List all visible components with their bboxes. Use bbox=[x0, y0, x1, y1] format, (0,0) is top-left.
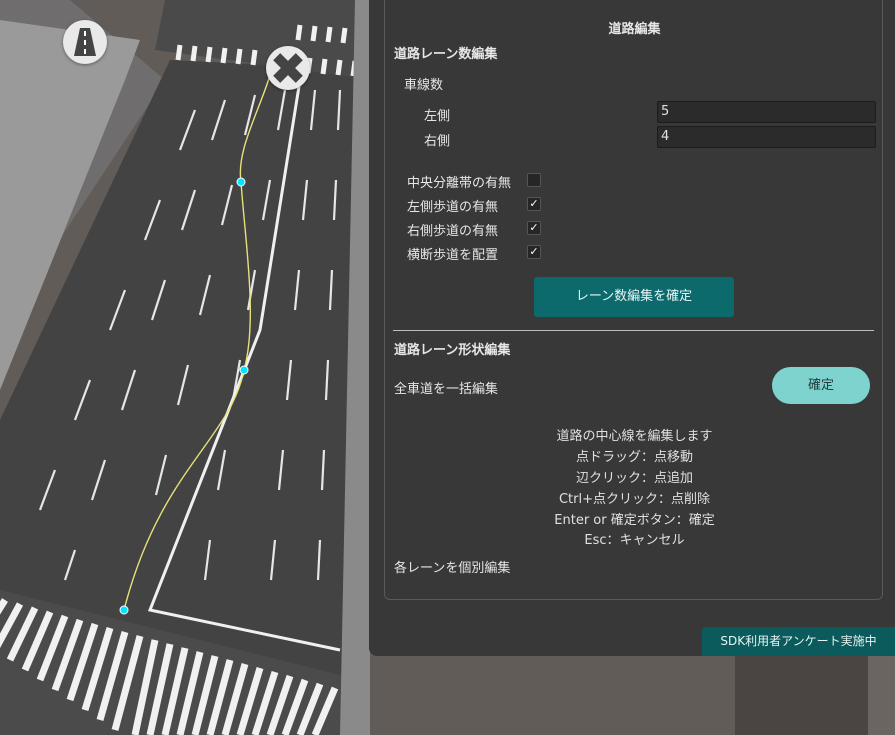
crosswalk-option-label: 横断歩道を配置 bbox=[407, 248, 499, 263]
help-text-line: 辺クリック：点追加 bbox=[575, 471, 693, 486]
section-divider bbox=[393, 330, 874, 331]
bulk-edit-label: 全車道を一括編集 bbox=[394, 382, 499, 397]
help-text-line: Esc：キャンセル bbox=[584, 533, 685, 548]
road-edit-panel: 道路編集 道路レーン数編集 車線数 左側 5 右側 4 中央分離帯の有無 左側歩… bbox=[369, 0, 895, 656]
panel-title: 道路編集 bbox=[608, 22, 661, 37]
left-lanes-label: 左側 bbox=[424, 109, 451, 124]
road-edit-panel-inner: 道路編集 道路レーン数編集 車線数 左側 5 右側 4 中央分離帯の有無 左側歩… bbox=[384, 0, 883, 600]
confirm-lane-count-button[interactable]: レーン数編集を確定 bbox=[534, 277, 734, 317]
left-lanes-field[interactable]: 5 bbox=[657, 101, 876, 123]
right-lanes-label: 右側 bbox=[424, 134, 451, 149]
right-lanes-field[interactable]: 4 bbox=[657, 126, 876, 148]
crosswalk-checkbox[interactable]: ✓ bbox=[527, 245, 541, 259]
survey-banner-button[interactable]: SDK利用者アンケート実施中 bbox=[702, 627, 895, 656]
lane-shape-heading: 道路レーン形状編集 bbox=[394, 343, 511, 358]
lane-count-label: 車線数 bbox=[404, 78, 444, 93]
lane-count-heading: 道路レーン数編集 bbox=[394, 47, 498, 62]
control-point bbox=[236, 177, 246, 187]
right-sidewalk-option-label: 右側歩道の有無 bbox=[407, 224, 499, 239]
help-text-line: 道路の中心線を編集します bbox=[556, 429, 713, 444]
individual-edit-label[interactable]: 各レーンを個別編集 bbox=[394, 557, 510, 576]
control-point bbox=[239, 365, 249, 375]
intersection-icon[interactable] bbox=[266, 46, 310, 90]
control-point bbox=[119, 605, 129, 615]
confirm-shape-button[interactable]: 確定 bbox=[772, 367, 870, 404]
help-text-line: 点ドラッグ：点移動 bbox=[575, 450, 693, 465]
help-text-line: Enter or 確定ボタン：確定 bbox=[554, 513, 715, 528]
help-text-line: Ctrl+点クリック：点削除 bbox=[558, 492, 711, 507]
median-option-label: 中央分離帯の有無 bbox=[407, 176, 512, 191]
left-sidewalk-checkbox[interactable]: ✓ bbox=[527, 197, 541, 211]
median-checkbox[interactable] bbox=[527, 173, 541, 187]
left-sidewalk-option-label: 左側歩道の有無 bbox=[407, 200, 499, 215]
road-icon[interactable] bbox=[63, 20, 107, 64]
right-sidewalk-checkbox[interactable]: ✓ bbox=[527, 221, 541, 235]
